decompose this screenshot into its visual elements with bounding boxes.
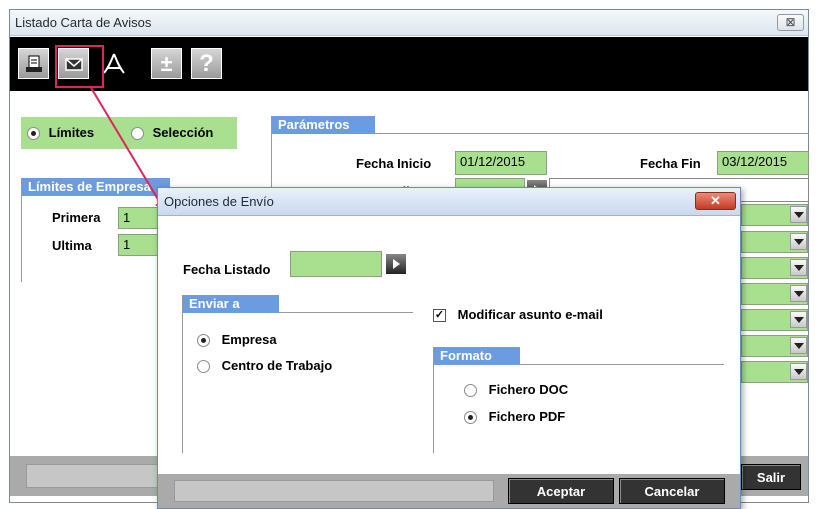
radio-empresa-indicator[interactable] bbox=[197, 334, 210, 348]
dialog-title-bar: Opciones de Envío ✕ bbox=[158, 188, 740, 216]
radio-doc-label: Fichero DOC bbox=[488, 382, 569, 397]
enviar-a-group: Enviar a Empresa Centro de Trabajo bbox=[182, 295, 413, 453]
radio-fichero-doc[interactable]: Fichero DOC bbox=[464, 382, 569, 398]
radio-empresa-label: Empresa bbox=[221, 332, 277, 347]
checkbox-checked-icon[interactable]: ✓ bbox=[433, 309, 446, 323]
formato-line bbox=[520, 364, 724, 365]
radio-centro-indicator[interactable] bbox=[197, 360, 210, 374]
aceptar-button[interactable]: Aceptar bbox=[508, 478, 614, 504]
radio-pdf-label: Fichero PDF bbox=[488, 409, 566, 424]
radio-doc-indicator[interactable] bbox=[464, 384, 477, 398]
fecha-listado-label: Fecha Listado bbox=[183, 262, 271, 277]
radio-fichero-pdf[interactable]: Fichero PDF bbox=[464, 409, 566, 425]
modificar-asunto-checkbox[interactable]: ✓ Modificar asunto e-mail bbox=[433, 307, 603, 323]
dialog-close-button[interactable]: ✕ bbox=[695, 192, 736, 210]
fecha-listado-picker-button[interactable] bbox=[386, 254, 406, 274]
formato-group: Formato Fichero DOC Fichero PDF bbox=[433, 347, 724, 453]
fecha-listado-field[interactable] bbox=[290, 251, 382, 277]
radio-empresa[interactable]: Empresa bbox=[197, 332, 277, 348]
dialog-bottom-bar: Aceptar Cancelar bbox=[158, 474, 740, 508]
dialog-title: Opciones de Envío bbox=[164, 194, 274, 209]
cancelar-button[interactable]: Cancelar bbox=[619, 478, 725, 504]
enviar-a-line bbox=[279, 312, 413, 313]
radio-centro-label: Centro de Trabajo bbox=[221, 358, 333, 373]
formato-header: Formato bbox=[434, 347, 520, 365]
radio-pdf-indicator[interactable] bbox=[464, 411, 477, 425]
radio-centro-trabajo[interactable]: Centro de Trabajo bbox=[197, 358, 333, 374]
play-arrow-icon bbox=[392, 259, 400, 269]
enviar-a-header: Enviar a bbox=[183, 295, 279, 313]
opciones-envio-dialog: Opciones de Envío ✕ Fecha Listado Enviar… bbox=[157, 187, 741, 509]
dialog-status-field bbox=[174, 480, 494, 502]
modificar-asunto-label: Modificar asunto e-mail bbox=[457, 307, 603, 322]
